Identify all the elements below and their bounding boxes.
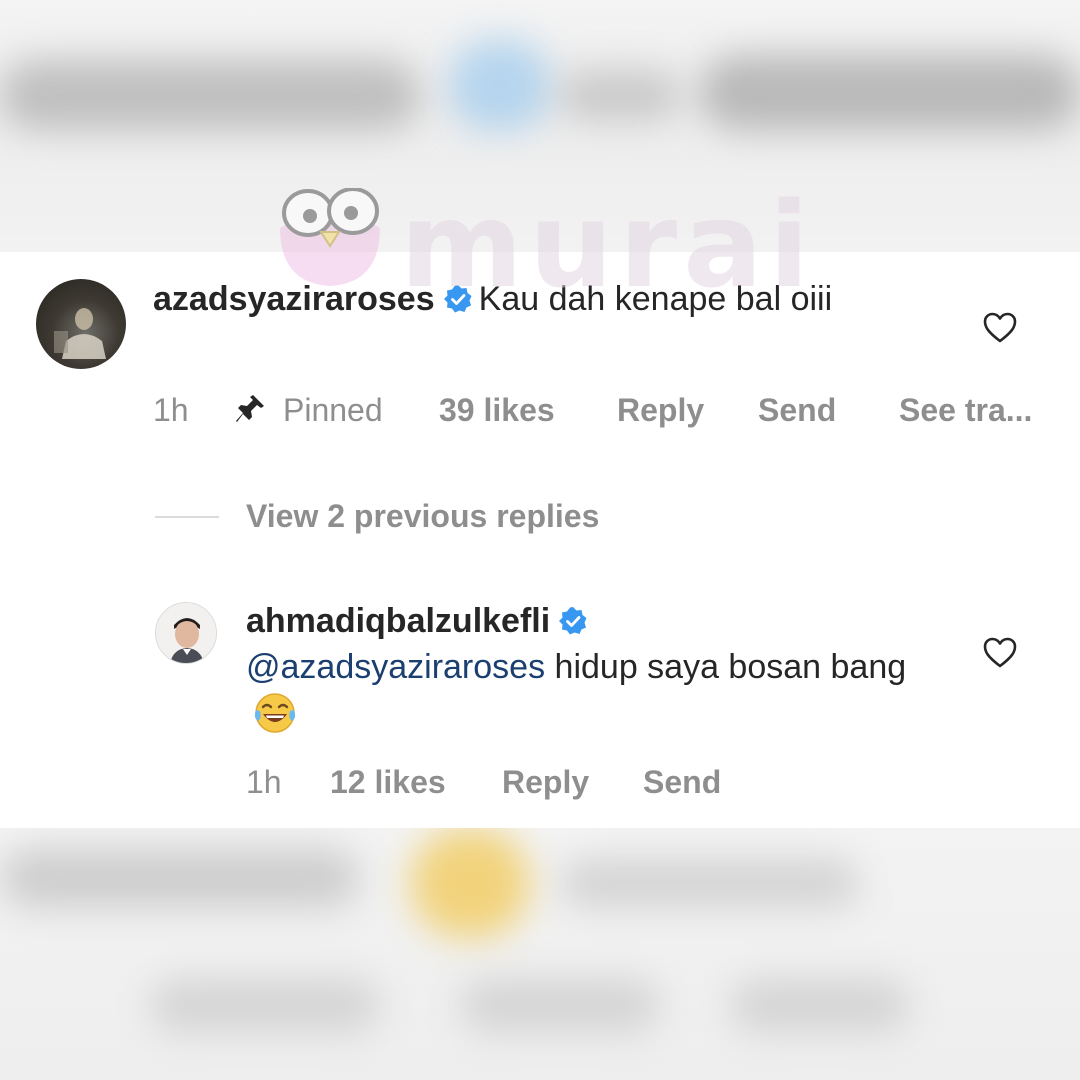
reply-meta-row: 1h 12 likes Reply Send <box>0 764 1080 804</box>
replier-avatar[interactable] <box>155 602 217 664</box>
replies-divider <box>155 516 219 518</box>
blurred-bottom-background <box>0 828 1080 1080</box>
likes-count-link[interactable]: 39 likes <box>439 392 555 429</box>
owl-logo-icon <box>280 188 380 286</box>
send-button[interactable]: Send <box>643 764 721 801</box>
mention-link[interactable]: @azadsyaziraroses <box>246 648 545 686</box>
view-previous-replies-button[interactable]: View 2 previous replies <box>246 498 599 535</box>
comment-meta-row: 1h Pinned 39 likes Reply Send See tra... <box>0 392 1080 432</box>
reply-body: ahmadiqbalzulkefli @azadsyaziraroses hid… <box>246 598 946 738</box>
reply-time: 1h <box>246 764 282 800</box>
watermark-text: murai <box>400 176 816 314</box>
murai-watermark: murai <box>275 176 809 314</box>
comment-time: 1h <box>153 392 189 428</box>
reply-button[interactable]: Reply <box>502 764 589 801</box>
see-translation-button[interactable]: See tra... <box>899 392 1032 429</box>
commenter-avatar[interactable] <box>36 279 126 369</box>
reply-text: hidup saya bosan bang <box>554 648 907 686</box>
pinned-label: Pinned <box>283 392 383 428</box>
tears-of-joy-emoji-icon <box>254 693 296 733</box>
like-heart-icon[interactable] <box>982 635 1018 671</box>
reply-username[interactable]: ahmadiqbalzulkefli <box>246 602 550 640</box>
likes-count-link[interactable]: 12 likes <box>330 764 446 801</box>
like-heart-icon[interactable] <box>982 310 1018 346</box>
send-button[interactable]: Send <box>758 392 836 429</box>
comment-thread: azadsyaziraroses Kau dah kenape bal oiii … <box>0 252 1080 828</box>
verified-badge-icon <box>559 607 587 635</box>
pin-icon <box>236 395 264 422</box>
reply-button[interactable]: Reply <box>617 392 704 429</box>
